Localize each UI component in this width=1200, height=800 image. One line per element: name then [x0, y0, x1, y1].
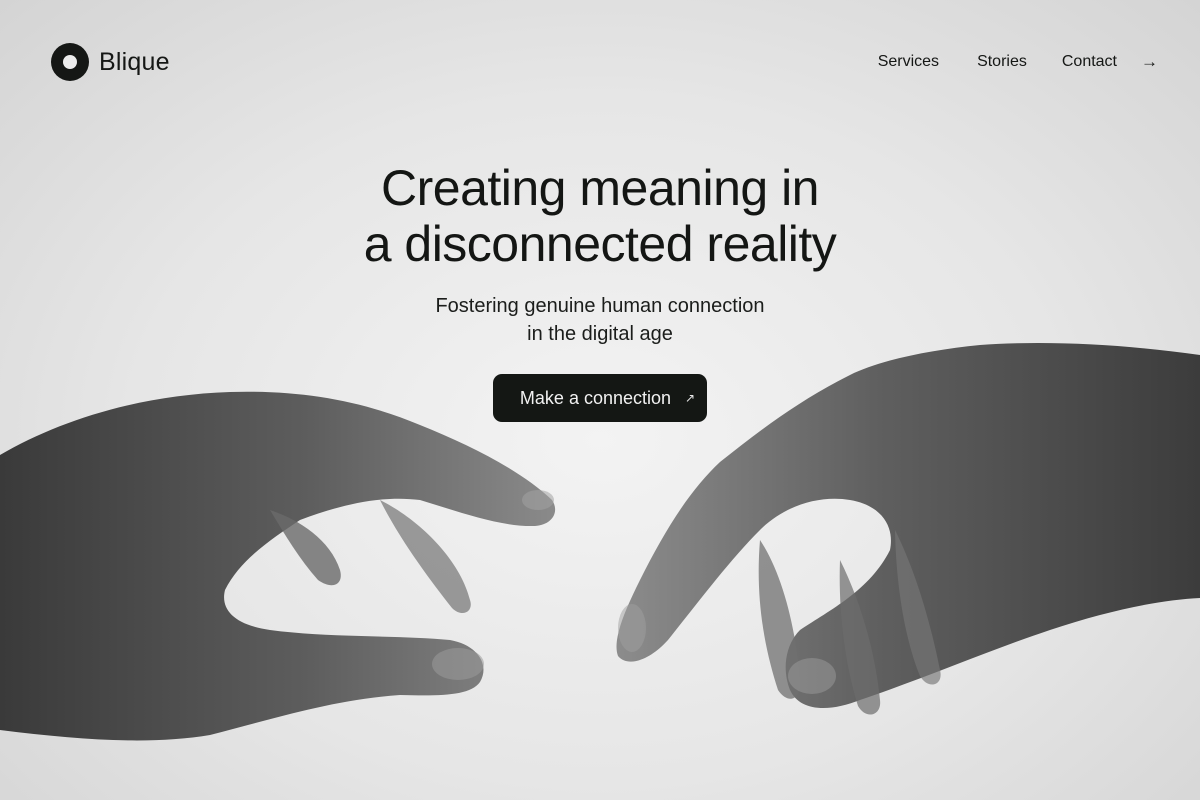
subheadline-line-1: Fostering genuine human connection: [435, 295, 765, 317]
hero-headline: Creating meaning in a disconnected reali…: [0, 160, 1200, 272]
cta-label: Make a connection: [519, 387, 672, 408]
headline-line-1: Creating meaning in: [381, 160, 820, 216]
left-hand: [0, 391, 556, 741]
hero-subheadline: Fostering genuine human connection in th…: [0, 292, 1200, 348]
headline-line-2: a disconnected reality: [363, 216, 837, 272]
hero-section: Creating meaning in a disconnected reali…: [0, 160, 1200, 422]
subheadline-line-2: in the digital age: [527, 323, 673, 345]
make-connection-button[interactable]: Make a connection ↗: [492, 374, 708, 422]
arrow-up-right-icon: ↗: [685, 391, 696, 405]
